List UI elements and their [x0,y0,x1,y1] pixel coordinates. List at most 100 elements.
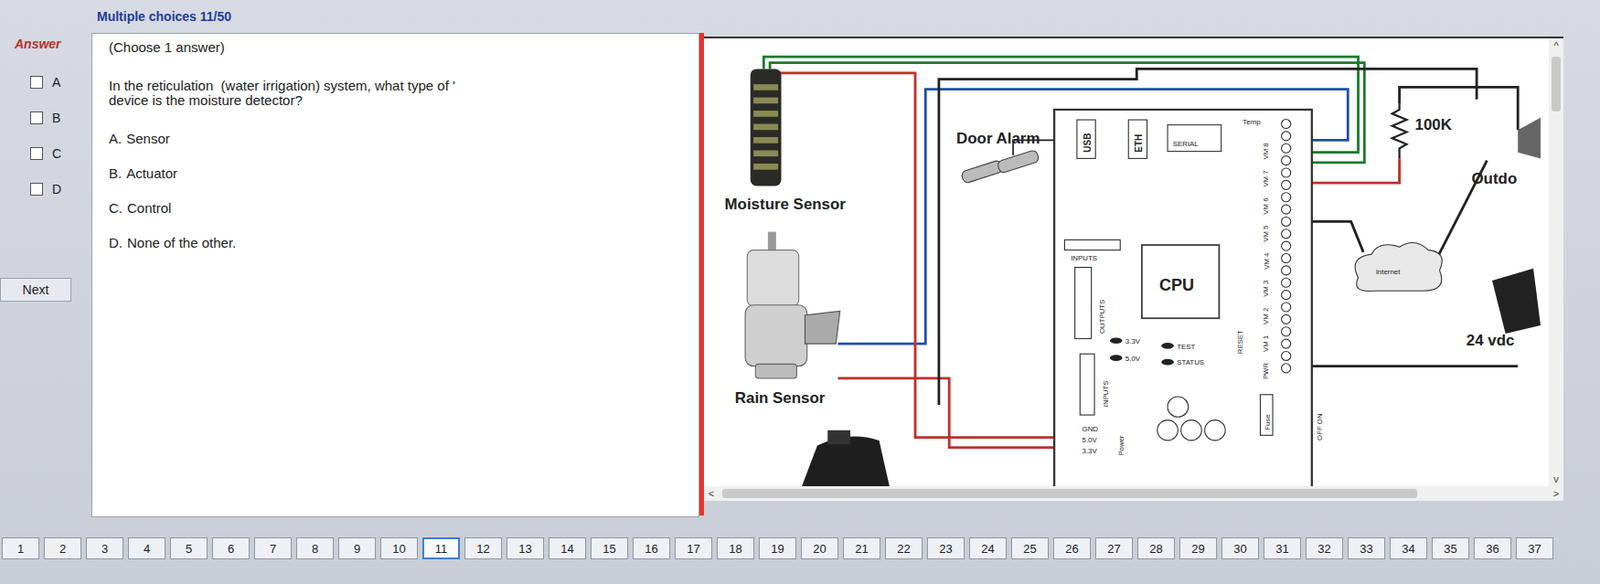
scroll-track[interactable] [1551,53,1561,472]
answer-choice[interactable]: C [0,144,92,163]
page-button[interactable]: 25 [1011,537,1049,560]
option-letter: A. [108,130,122,166]
terminal-label: VM 5 [1261,224,1270,243]
page-button[interactable]: 29 [1179,537,1217,560]
page-button[interactable]: 34 [1389,537,1428,560]
scroll-right-button[interactable]: > [1548,486,1564,502]
page-button[interactable]: 10 [380,537,418,560]
page-button[interactable]: 5 [170,537,208,560]
option-text: Control [127,200,171,235]
answer-column: Answer A B C D Next [0,32,92,518]
outdoor-label: Outdo [1471,170,1517,188]
power-plug-icon [1492,268,1541,334]
option-text: Actuator [126,165,178,201]
checkbox[interactable] [30,75,43,89]
page-button[interactable]: 27 [1095,537,1133,560]
page-button[interactable]: 33 [1347,537,1386,560]
power-pin-label: 5.0V [1082,436,1099,445]
question-text: In the reticulation (water irrigation) s… [108,78,683,108]
terminal-label: VM 6 [1261,197,1270,215]
page-button[interactable]: 23 [927,537,965,560]
door-alarm-label: Door Alarm [956,129,1040,148]
question-pager: 1234567891011121314151617181920212223242… [0,537,1600,560]
moisture-sensor-icon [750,68,782,186]
page-button[interactable]: 37 [1515,537,1554,560]
scroll-down-button[interactable]: v [1548,471,1564,487]
page-button[interactable]: 9 [338,537,376,560]
terminal-label: VM 2 [1261,308,1270,325]
page-button[interactable]: 17 [674,537,713,560]
temp-label: Temp [1242,117,1261,127]
answer-choice[interactable]: D [0,180,92,199]
page-button[interactable]: 35 [1431,537,1470,560]
page-button[interactable]: 12 [464,537,502,560]
page-button[interactable]: 1 [1,537,40,560]
page-button[interactable]: 15 [590,537,629,560]
page-button[interactable]: 4 [128,537,166,560]
scroll-thumb[interactable] [722,489,1418,499]
internet-cloud-icon [1354,242,1442,291]
led-label: 3.3V [1125,337,1142,346]
page-button[interactable]: 19 [758,537,797,560]
page-button[interactable]: 30 [1221,537,1259,560]
scroll-thumb[interactable] [1551,56,1561,112]
vertical-scrollbar[interactable]: ^ v [1548,38,1564,487]
led-label: STATUS [1176,359,1205,368]
page-button[interactable]: 31 [1263,537,1302,560]
next-button[interactable]: Next [0,277,72,302]
page-button[interactable]: 36 [1473,537,1512,560]
answer-choice[interactable]: A [0,73,92,92]
scroll-left-button[interactable]: < [704,486,719,502]
page-button[interactable]: 11 [422,537,460,560]
answer-choice[interactable]: B [0,108,92,128]
diagram-panel: Moisture SensorRain SensorDoor AlarmUSBE… [704,36,1564,502]
red-wire [778,73,1056,438]
serial-label: SERIAL [1173,139,1200,149]
page-button[interactable]: 2 [43,537,82,560]
resistor-icon [1392,103,1408,159]
page-button[interactable]: 24 [969,537,1007,560]
options-list: A.SensorB.ActuatorC.ControlD.None of the… [108,130,683,270]
page-button[interactable]: 26 [1053,537,1091,560]
option-letter: D. [108,234,123,270]
supply-label: 24 vdc [1466,331,1515,350]
page-button[interactable]: 6 [212,537,250,560]
page-button[interactable]: 21 [842,537,881,560]
diagram-view: Moisture SensorRain SensorDoor AlarmUSBE… [704,38,1564,487]
outdoor-device-icon [1517,117,1541,160]
horizontal-scrollbar[interactable]: < > [704,486,1564,502]
scroll-track[interactable] [718,489,1549,499]
outputs-label: OUTPUTS [1098,299,1107,334]
choice-letter: C [52,146,62,161]
checkbox[interactable] [30,147,43,160]
eth-label: ETH [1133,134,1144,153]
page-button[interactable]: 32 [1305,537,1344,560]
terminal-label: PWR [1261,362,1270,380]
page-button[interactable]: 14 [548,537,587,560]
checkbox[interactable] [30,182,43,196]
internet-label: Internet [1376,267,1402,277]
instruction: (Choose 1 answer) [108,39,683,55]
checkbox[interactable] [30,111,43,125]
reset-label: RESET [1236,330,1245,354]
page-button[interactable]: 7 [254,537,292,560]
inputs-top-label: INPUTS [1070,254,1098,263]
terminal-label: VM 4 [1261,252,1270,270]
terminal-label: VM 3 [1261,279,1270,298]
option: C.Control [108,200,683,235]
header: Multiple choices 11/50 [0,0,1600,33]
resistor-label: 100K [1415,116,1452,134]
option: B.Actuator [108,165,683,201]
rain-sensor-icon [745,232,841,379]
page-button[interactable]: 16 [632,537,671,560]
scroll-up-button[interactable]: ^ [1548,38,1564,54]
page-button[interactable]: 28 [1137,537,1175,560]
page-button[interactable]: 8 [296,537,334,560]
page-button[interactable]: 13 [506,537,544,560]
page-button[interactable]: 22 [885,537,923,560]
page-button[interactable]: 20 [800,537,839,560]
page-button[interactable]: 3 [85,537,124,560]
led-label: TEST [1176,342,1195,352]
red-wire [837,378,1056,448]
page-button[interactable]: 18 [716,537,755,560]
